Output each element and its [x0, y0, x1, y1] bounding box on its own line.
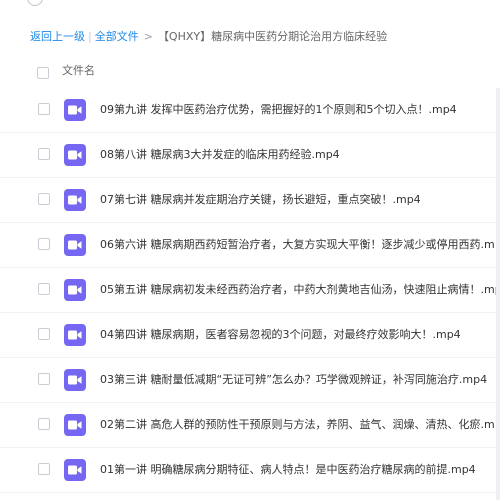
chevron-right-icon: > [143, 30, 153, 43]
row-checkbox[interactable] [38, 238, 50, 250]
file-name[interactable]: 08第八讲 糖尿病3大并发症的临床用药经验.mp4 [100, 146, 340, 164]
video-file-icon [64, 369, 86, 391]
file-name[interactable]: 02第二讲 高危人群的预防性干预原则与方法，养阴、益气、润燥、清热、化瘀.m [100, 416, 495, 434]
file-row[interactable]: 07第七讲 糖尿病并发症期治疗关键，扬长避短，重点突破！.mp4 [0, 178, 500, 223]
file-row[interactable]: 02第二讲 高危人群的预防性干预原则与方法，养阴、益气、润燥、清热、化瘀.m [0, 403, 500, 448]
file-name[interactable]: 05第五讲 糖尿病初发未经西药治疗者，中药大剂黄地吉仙汤，快速阻止病情！.mp [100, 281, 500, 299]
column-header-filename[interactable]: 文件名 [62, 64, 95, 78]
file-row[interactable]: 09第九讲 发挥中医药治疗优势，需把握好的1个原则和5个切入点！.mp4 [0, 88, 500, 133]
row-checkbox[interactable] [38, 148, 50, 160]
video-file-icon [64, 324, 86, 346]
row-checkbox[interactable] [38, 328, 50, 340]
video-file-icon [64, 189, 86, 211]
file-row[interactable]: 06第六讲 糖尿病期西药短暂治疗者，大复方实现大平衡！逐步减少或停用西药.m [0, 223, 500, 268]
file-list: 09第九讲 发挥中医药治疗优势，需把握好的1个原则和5个切入点！.mp4 08第八… [0, 88, 500, 493]
file-row[interactable]: 03第三讲 糖耐量低减期“无证可辨”怎么办？巧学微观辨证，补泻同施治疗.mp4 [0, 358, 500, 403]
file-name[interactable]: 09第九讲 发挥中医药治疗优势，需把握好的1个原则和5个切入点！.mp4 [100, 101, 457, 119]
file-name[interactable]: 04第四讲 糖尿病期，医者容易忽视的3个问题，对最终疗效影响大！.mp4 [100, 326, 461, 344]
file-name[interactable]: 03第三讲 糖耐量低减期“无证可辨”怎么办？巧学微观辨证，补泻同施治疗.mp4 [100, 371, 487, 389]
row-checkbox[interactable] [38, 373, 50, 385]
scrollbar-track[interactable] [496, 88, 500, 500]
video-file-icon [64, 99, 86, 121]
table-header: 文件名 [0, 60, 500, 86]
top-toolbar-edge [0, 0, 500, 14]
row-checkbox[interactable] [38, 103, 50, 115]
file-name[interactable]: 07第七讲 糖尿病并发症期治疗关键，扬长避短，重点突破！.mp4 [100, 191, 421, 209]
video-file-icon [64, 144, 86, 166]
row-checkbox[interactable] [38, 418, 50, 430]
row-checkbox[interactable] [38, 283, 50, 295]
video-file-icon [64, 279, 86, 301]
file-row[interactable]: 05第五讲 糖尿病初发未经西药治疗者，中药大剂黄地吉仙汤，快速阻止病情！.mp [0, 268, 500, 313]
file-row[interactable]: 08第八讲 糖尿病3大并发症的临床用药经验.mp4 [0, 133, 500, 178]
row-checkbox[interactable] [38, 193, 50, 205]
video-file-icon [64, 459, 86, 481]
file-name[interactable]: 06第六讲 糖尿病期西药短暂治疗者，大复方实现大平衡！逐步减少或停用西药.m [100, 236, 495, 254]
video-file-icon [64, 234, 86, 256]
file-name[interactable]: 01第一讲 明确糖尿病分期特征、病人特点！是中医药治疗糖尿病的前提.mp4 [100, 461, 476, 479]
all-files-link[interactable]: 全部文件 [95, 30, 139, 43]
select-all-checkbox[interactable] [37, 67, 49, 79]
circle-icon[interactable] [27, 0, 43, 6]
breadcrumb: 返回上一级 | 全部文件 > 【QHXY】糖尿病中医药分期论治用方临床经验 [30, 28, 387, 46]
back-link[interactable]: 返回上一级 [30, 30, 85, 43]
current-folder-label: 【QHXY】糖尿病中医药分期论治用方临床经验 [157, 30, 388, 43]
file-row[interactable]: 01第一讲 明确糖尿病分期特征、病人特点！是中医药治疗糖尿病的前提.mp4 [0, 448, 500, 493]
breadcrumb-separator: | [88, 30, 92, 43]
video-file-icon [64, 414, 86, 436]
row-checkbox[interactable] [38, 463, 50, 475]
file-row[interactable]: 04第四讲 糖尿病期，医者容易忽视的3个问题，对最终疗效影响大！.mp4 [0, 313, 500, 358]
